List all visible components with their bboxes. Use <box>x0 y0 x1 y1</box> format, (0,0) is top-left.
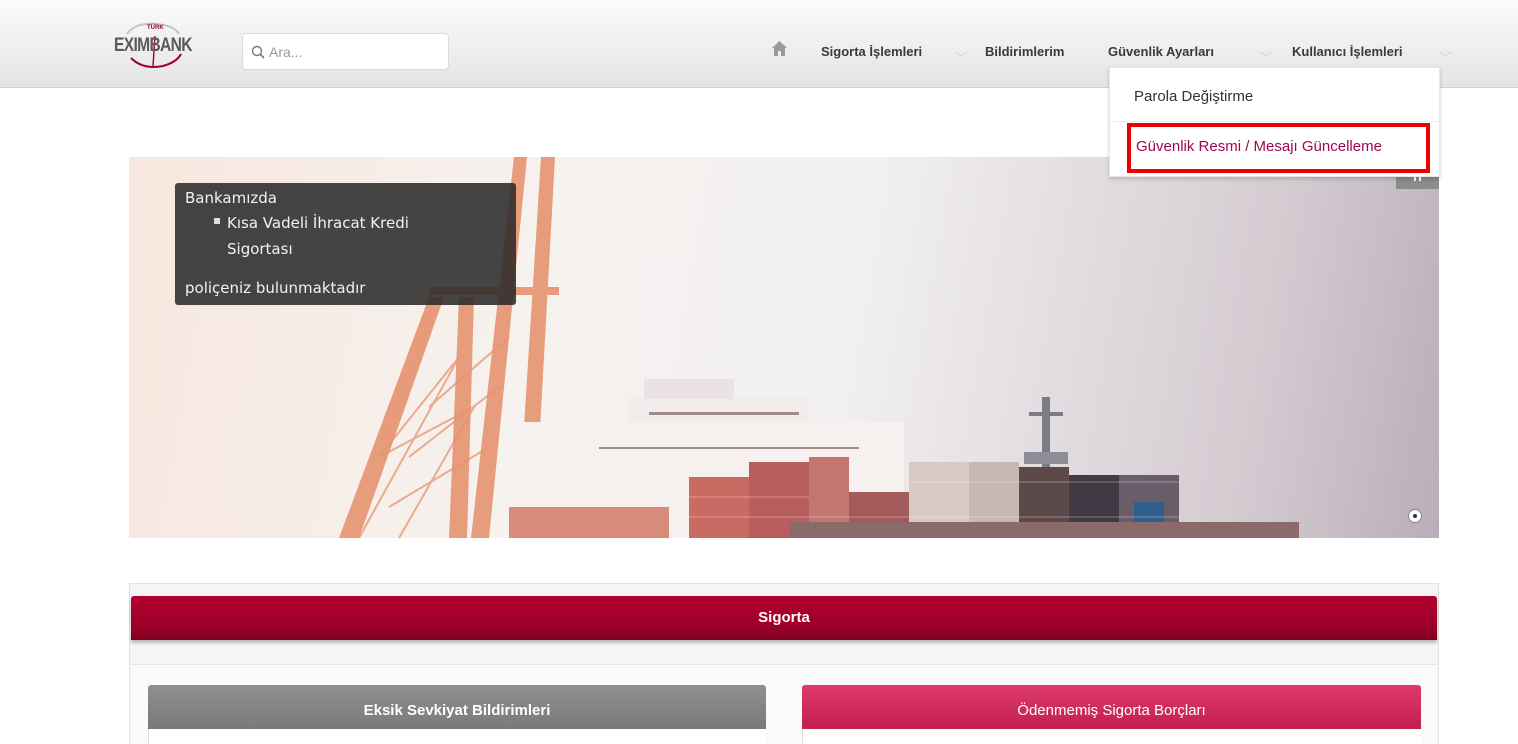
chevron-down-icon: ⌵ <box>1259 47 1273 59</box>
menu-item-parola-degistirme[interactable]: Parola Değiştirme <box>1134 88 1253 105</box>
search-box <box>242 33 449 70</box>
nav-guvenlik-ayarlari[interactable]: Güvenlik Ayarları <box>1108 44 1214 59</box>
panel-title: Sigorta <box>131 596 1437 640</box>
caption-text: Bankamızda <box>185 189 277 207</box>
caption-bullet-text-cont: Sigortası <box>227 240 293 258</box>
guvenlik-ayarlari-dropdown: Parola Değiştirme Güvenlik Resmi / Mesaj… <box>1109 67 1440 177</box>
chevron-down-icon: ⌵ <box>1438 47 1452 59</box>
menu-divider <box>1110 121 1439 122</box>
logo-brand-text: EXIMBANK <box>114 35 193 56</box>
search-input[interactable] <box>269 40 439 64</box>
caption-text-2: poliçeniz bulunmaktadır <box>185 279 366 297</box>
odenmemis-borclar-card-body <box>802 729 1421 744</box>
nav-sigorta-islemleri[interactable]: Sigorta İşlemleri <box>821 44 922 59</box>
nav-kullanici-islemleri[interactable]: Kullanıcı İşlemleri <box>1292 44 1403 59</box>
search-icon <box>251 45 265 59</box>
home-icon[interactable] <box>771 40 788 57</box>
hero-caption: Bankamızda Kısa Vadeli İhracat Kredi Sig… <box>175 183 516 305</box>
eximbank-logo[interactable]: TÜRK EXIMBANK <box>113 22 203 70</box>
chevron-down-icon: ⌵ <box>954 47 968 59</box>
nav-bildirimlerim[interactable]: Bildirimlerim <box>985 44 1064 59</box>
caption-bullet-text: Kısa Vadeli İhracat Kredi <box>227 214 409 232</box>
odenmemis-borclar-card-header[interactable]: Ödenmemiş Sigorta Borçları <box>802 685 1421 729</box>
menu-item-guvenlik-resmi-guncelleme[interactable]: Güvenlik Resmi / Mesajı Güncelleme <box>1127 123 1430 173</box>
slider-dot[interactable] <box>1408 509 1422 523</box>
logo-small-text: TÜRK <box>147 25 164 31</box>
eksik-sevkiyat-card-body <box>148 729 766 744</box>
bullet-icon <box>214 218 220 224</box>
eksik-sevkiyat-card-header[interactable]: Eksik Sevkiyat Bildirimleri <box>148 685 766 729</box>
